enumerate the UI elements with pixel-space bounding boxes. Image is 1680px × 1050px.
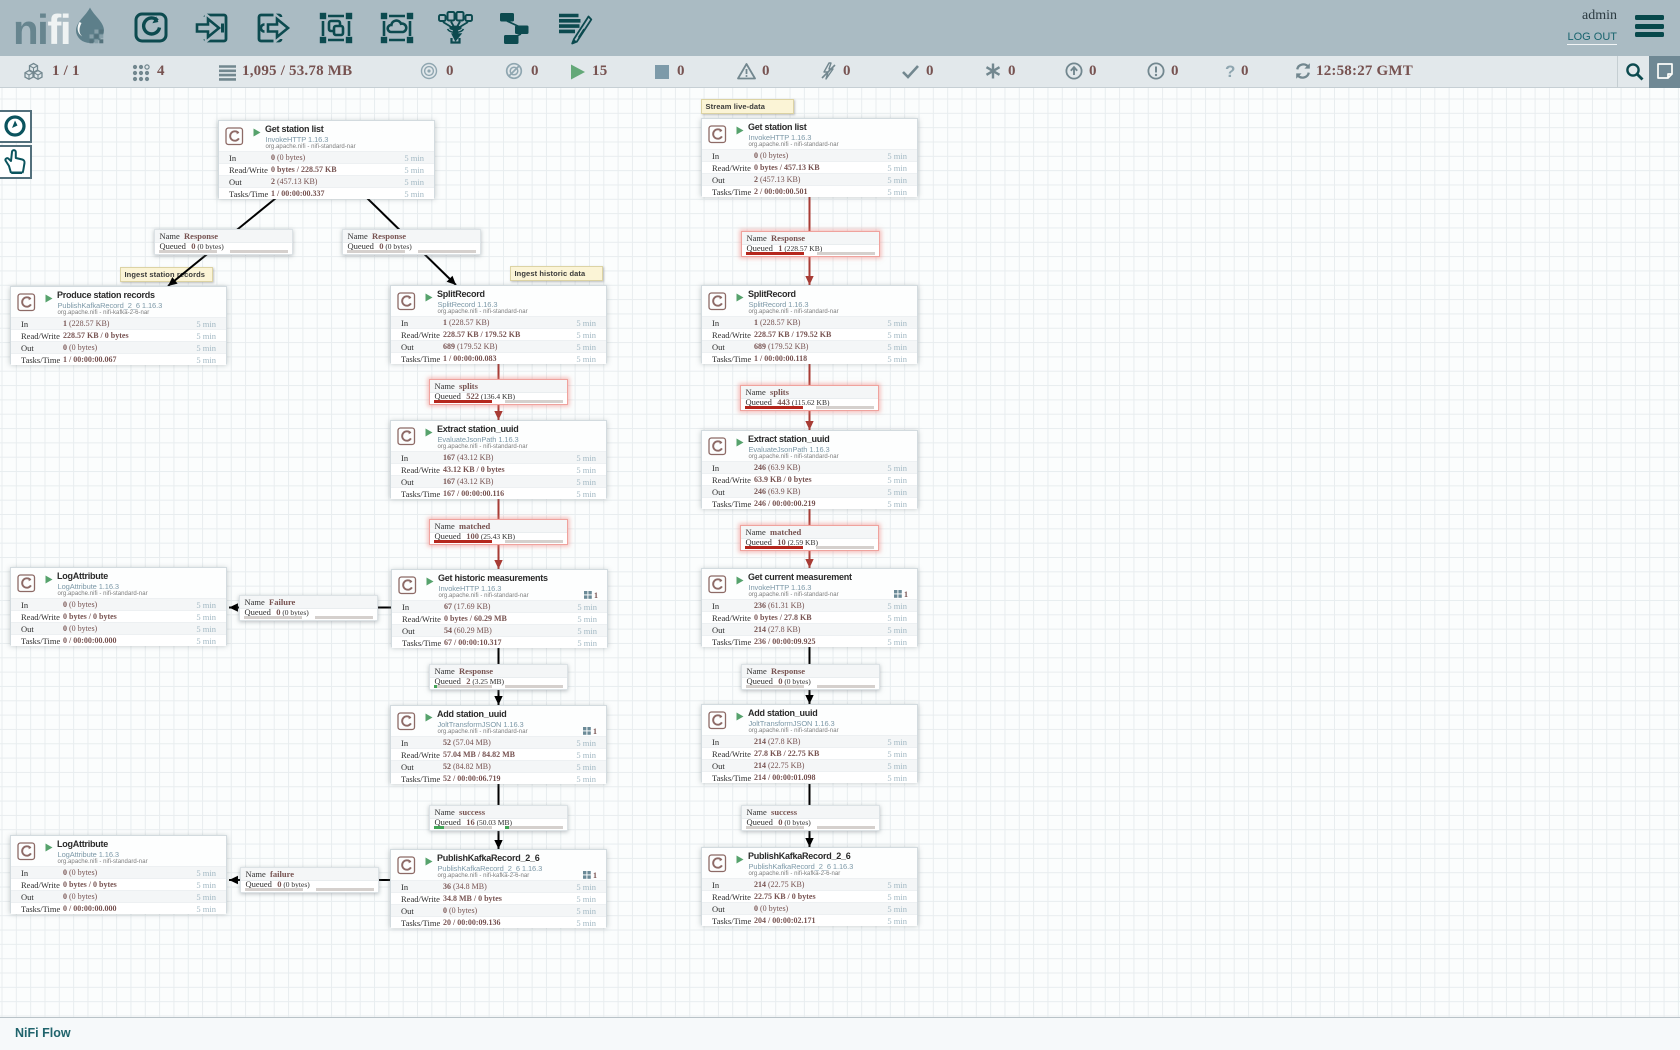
svg-text:?: ? xyxy=(1225,62,1235,81)
